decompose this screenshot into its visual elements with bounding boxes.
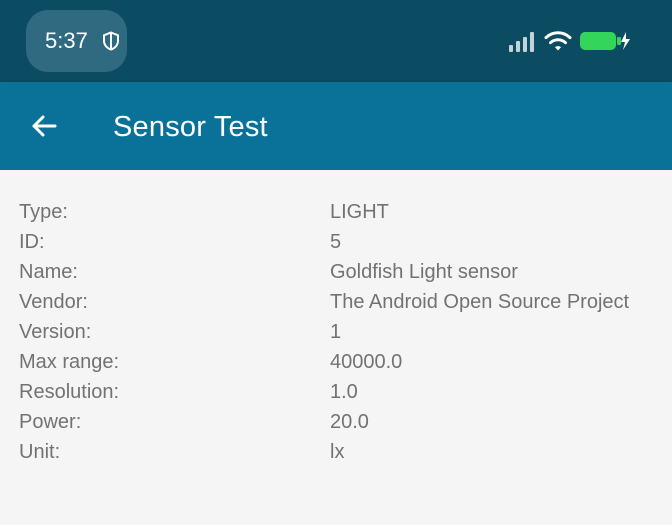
row-value: LIGHT xyxy=(330,201,389,223)
row-label: Name: xyxy=(19,261,78,283)
row-label: ID: xyxy=(19,231,45,253)
sensor-info-row-id: ID: 5 xyxy=(0,227,672,257)
row-label: Version: xyxy=(19,321,92,343)
row-label: Power: xyxy=(19,411,82,433)
sensor-info-row-version: Version: 1 xyxy=(0,317,672,347)
battery-charging-icon xyxy=(580,32,630,50)
back-button[interactable] xyxy=(22,104,66,148)
row-label: Vendor: xyxy=(19,291,88,313)
row-value: Goldfish Light sensor xyxy=(330,261,518,283)
page-title: Sensor Test xyxy=(113,111,268,143)
row-value: lx xyxy=(330,441,345,463)
signal-icon xyxy=(509,32,534,52)
status-time: 5:37 xyxy=(45,28,88,53)
sensor-info-row-name: Name: Goldfish Light sensor xyxy=(0,257,672,287)
sensor-info-row-unit: Unit: lx xyxy=(0,437,672,467)
row-value: 20.0 xyxy=(330,411,369,433)
wifi-icon xyxy=(544,31,572,51)
shield-icon xyxy=(103,31,119,51)
row-label: Resolution: xyxy=(19,381,120,403)
sensor-info-row-power: Power: 20.0 xyxy=(0,407,672,437)
row-value: 5 xyxy=(330,231,342,253)
sensor-info-row-resolution: Resolution: 1.0 xyxy=(0,377,672,407)
row-value: 1.0 xyxy=(330,381,358,403)
arrow-left-icon xyxy=(32,115,57,137)
row-value: 40000.0 xyxy=(330,351,403,373)
sensor-info-panel: Type: LIGHT ID: 5 Name: Goldfish Light s… xyxy=(0,170,672,525)
sensor-info-row-type: Type: LIGHT xyxy=(0,197,672,227)
row-label: Type: xyxy=(19,201,68,223)
sensor-info-row-vendor: Vendor: The Android Open Source Project xyxy=(0,287,672,317)
row-value: The Android Open Source Project xyxy=(330,291,630,313)
app-bar xyxy=(0,82,672,170)
row-label: Max range: xyxy=(19,351,120,373)
row-label: Unit: xyxy=(19,441,61,463)
row-value: 1 xyxy=(330,321,342,343)
sensor-info-row-max-range: Max range: 40000.0 xyxy=(0,347,672,377)
